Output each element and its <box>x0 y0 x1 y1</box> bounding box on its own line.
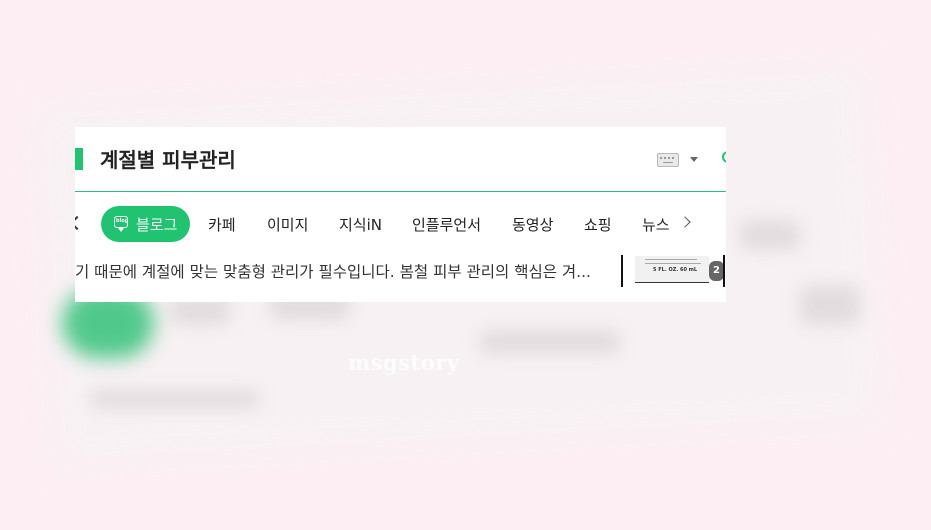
tab-cafe[interactable]: 카페 <box>208 214 236 235</box>
product-label: 5 FL. OZ. 60 mL <box>653 267 698 273</box>
section-marker <box>75 148 83 170</box>
tab-video[interactable]: 동영상 <box>512 214 553 235</box>
blurred-shape <box>480 330 620 354</box>
blurred-shape <box>90 390 260 408</box>
search-icon[interactable] <box>722 151 726 163</box>
search-result-card: 계절별 피부관리 blog 블로그 카페 이미지 지식iN 인플루언서 동영상 … <box>75 127 726 302</box>
tab-knowledge-in[interactable]: 지식iN <box>339 214 382 235</box>
tab-blog[interactable]: blog 블로그 <box>101 206 190 242</box>
blog-icon: blog <box>114 216 128 232</box>
tab-news[interactable]: 뉴스 <box>642 214 670 235</box>
thumb-line <box>645 259 697 260</box>
watermark: msgstory <box>348 350 460 375</box>
blurred-shape <box>740 220 800 250</box>
search-tabs: blog 블로그 카페 이미지 지식iN 인플루언서 동영상 쇼핑 뉴스 <box>75 205 726 243</box>
result-snippet[interactable]: 기 때문에 계절에 맞는 맞춤형 관리가 필수입니다. 봄철 피부 관리의 핵심… <box>75 260 615 282</box>
tab-image[interactable]: 이미지 <box>267 214 308 235</box>
chevron-left-icon[interactable] <box>75 215 85 231</box>
chevron-right-icon[interactable] <box>679 216 691 228</box>
blurred-shape <box>800 285 860 325</box>
image-count-badge: 2 <box>709 261 723 281</box>
result-thumbnail[interactable]: 5 FL. OZ. 60 mL 2 <box>621 255 725 287</box>
tab-label: 블로그 <box>136 216 178 234</box>
tab-influencer[interactable]: 인플루언서 <box>412 214 481 235</box>
thumb-line <box>645 263 701 264</box>
keyboard-icon[interactable] <box>657 153 679 167</box>
product-image: 5 FL. OZ. 60 mL <box>635 256 709 283</box>
tab-shopping[interactable]: 쇼핑 <box>584 214 612 235</box>
search-title[interactable]: 계절별 피부관리 <box>100 144 236 173</box>
caret-down-icon[interactable] <box>690 157 698 162</box>
result-header: 계절별 피부관리 <box>75 127 726 192</box>
